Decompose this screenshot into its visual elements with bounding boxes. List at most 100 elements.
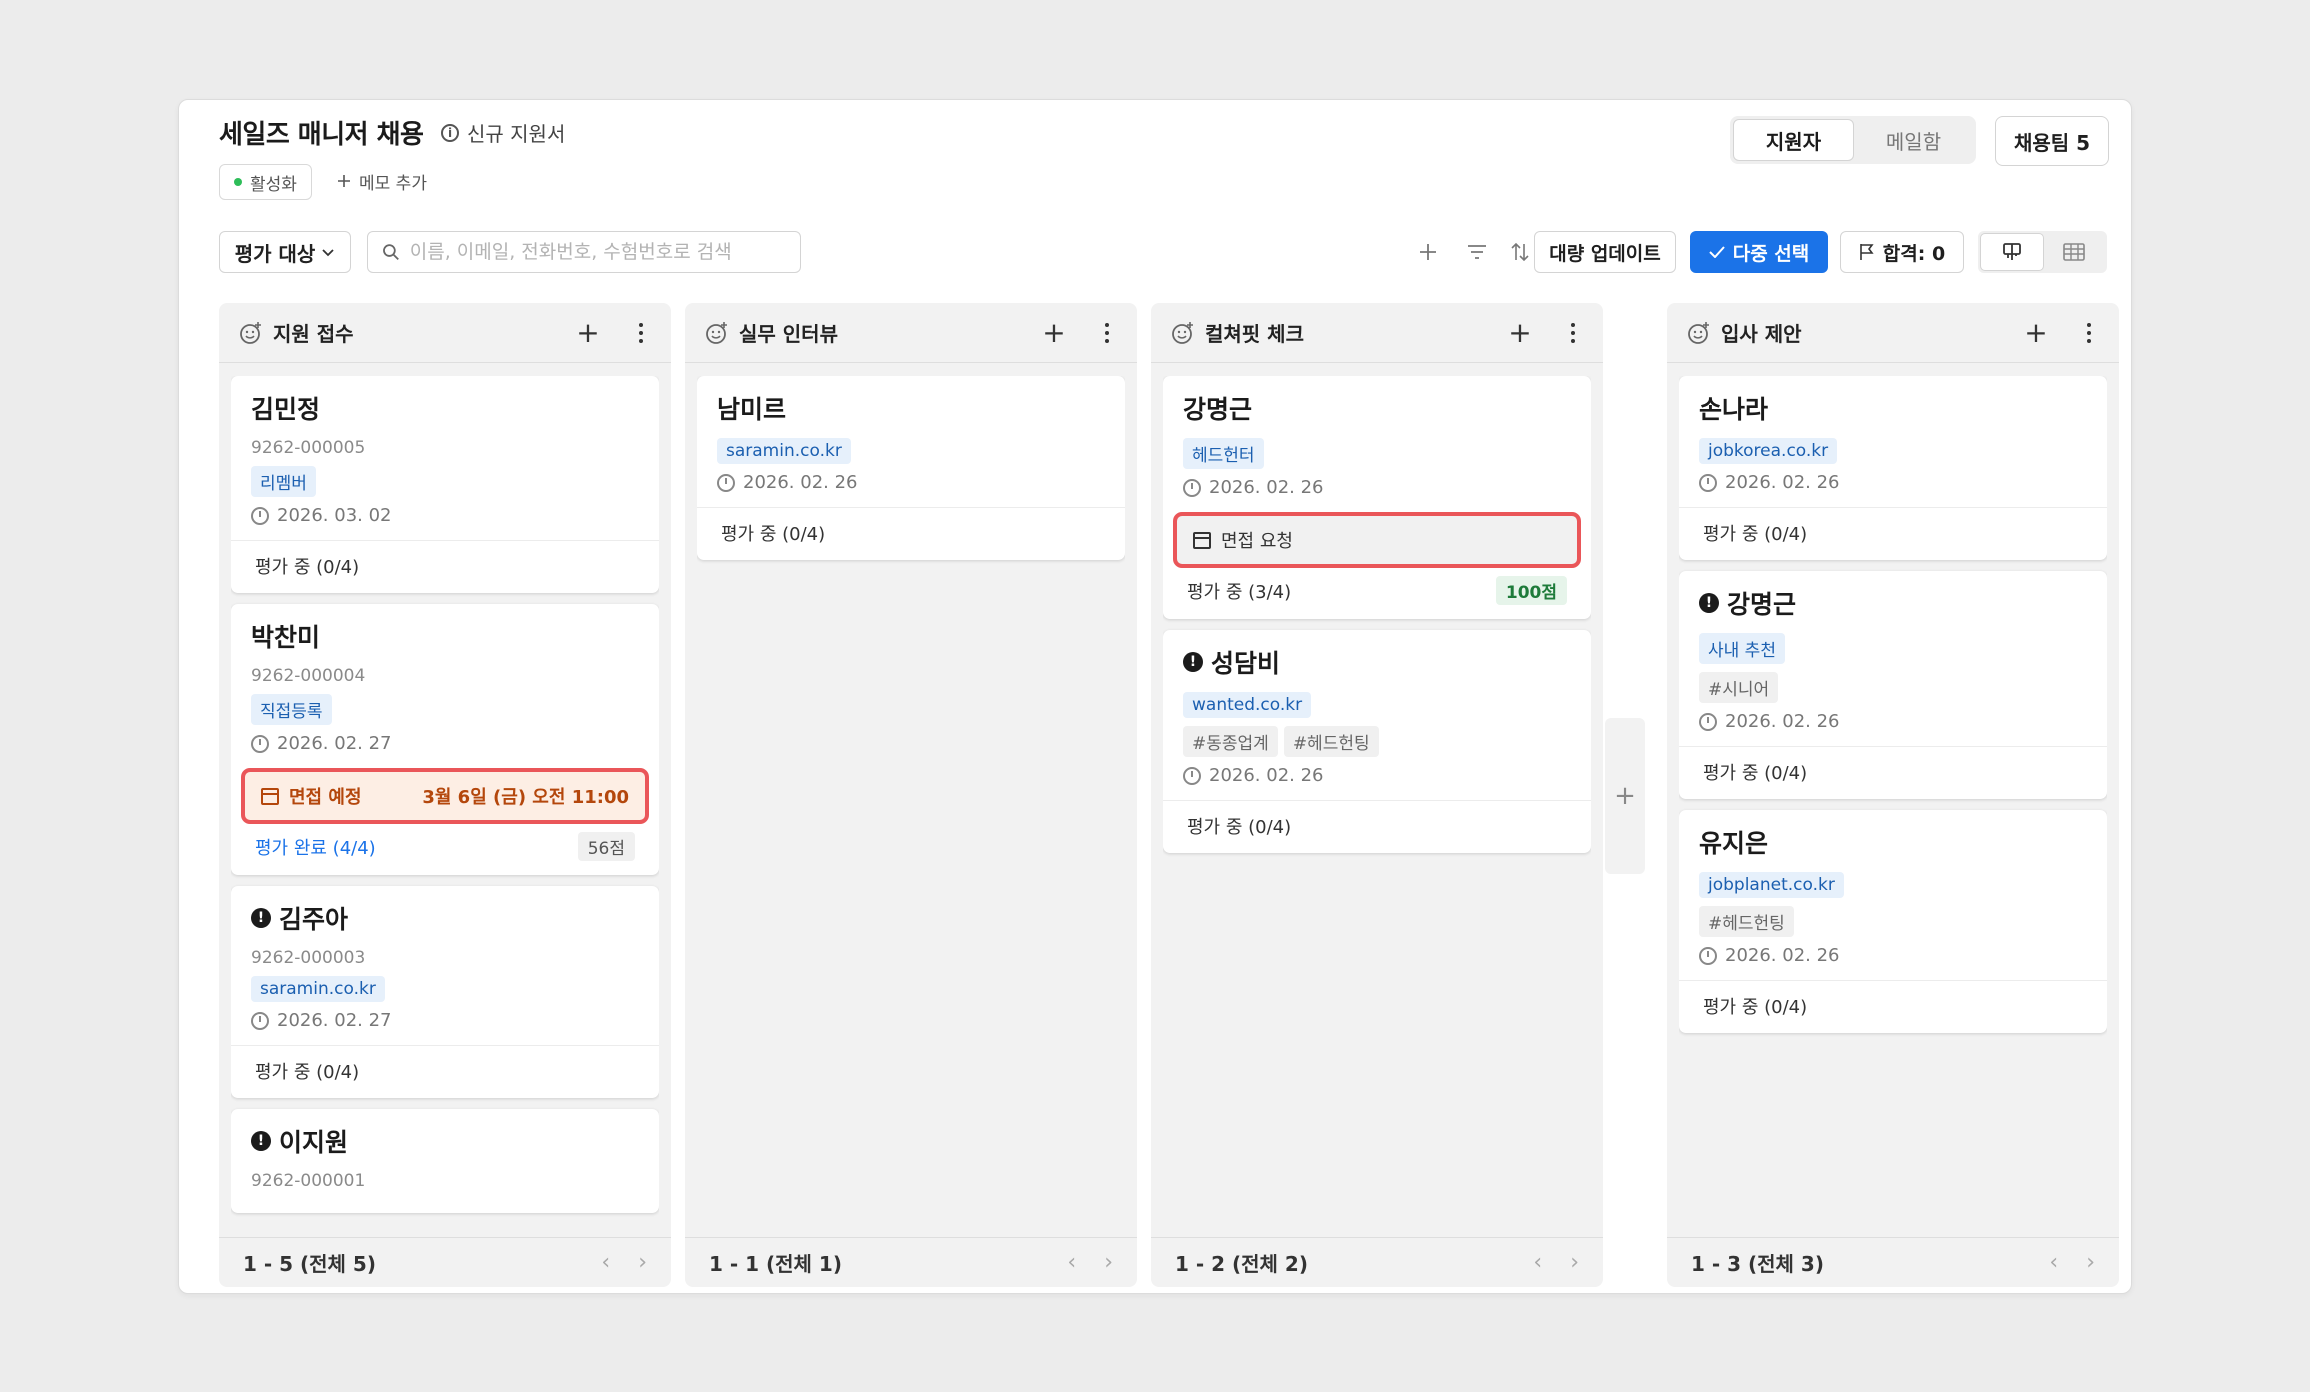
form-type-label: 신규 지원서 bbox=[467, 122, 566, 146]
multi-select-button[interactable]: 다중 선택 bbox=[1690, 231, 1828, 273]
stage-column-offer: 입사 제안 + 손나라 jobkorea.co.kr 2026. 02. 26 … bbox=[1667, 303, 2119, 1287]
layout-toggle bbox=[1978, 231, 2107, 273]
application-number: 9262-000001 bbox=[251, 1171, 366, 1191]
evaluation-row: 평가 중 (0/4) bbox=[697, 507, 1125, 560]
candidate-card[interactable]: ! 이지원 9262-000001 bbox=[231, 1109, 659, 1213]
candidate-card[interactable]: ! 강명근 사내 추천 #시니어 2026. 02. 26 평가 중 (0/4) bbox=[1679, 571, 2107, 799]
more-options-icon[interactable] bbox=[1097, 322, 1117, 343]
add-card-button[interactable]: + bbox=[2021, 316, 2051, 349]
candidate-card[interactable]: 김민정 9262-000005 리멤버 2026. 03. 02 평가 중 (0… bbox=[231, 376, 659, 593]
tab-applicants[interactable]: 지원자 bbox=[1733, 119, 1854, 161]
application-number: 9262-000004 bbox=[251, 666, 366, 686]
add-memo-button[interactable]: 메모 추가 bbox=[337, 164, 427, 198]
candidate-card[interactable]: 손나라 jobkorea.co.kr 2026. 02. 26 평가 중 (0/… bbox=[1679, 376, 2107, 560]
add-button[interactable] bbox=[1407, 231, 1449, 273]
clock-icon bbox=[1699, 712, 1717, 731]
score-badge: 56점 bbox=[577, 832, 635, 861]
source-tag: 사내 추천 bbox=[1699, 633, 1785, 664]
application-number: 9262-000003 bbox=[251, 948, 366, 968]
column-title: 지원 접수 bbox=[273, 322, 354, 346]
alert-icon: ! bbox=[1183, 652, 1203, 672]
applied-date: 2026. 03. 02 bbox=[251, 505, 639, 526]
stage-column-application: 지원 접수 + 김민정 9262-000005 리멤버 2026. 03. 02… bbox=[219, 303, 671, 1287]
more-options-icon[interactable] bbox=[1563, 322, 1583, 343]
evaluation-row: 평가 중 (0/4) bbox=[1163, 800, 1591, 853]
chevron-right-icon[interactable]: › bbox=[638, 1250, 647, 1275]
clock-icon bbox=[251, 1011, 269, 1030]
alert-icon: ! bbox=[1699, 593, 1719, 613]
multi-select-label: 다중 선택 bbox=[1732, 242, 1810, 265]
chevron-left-icon[interactable]: ‹ bbox=[1533, 1250, 1542, 1275]
filter-icon bbox=[1468, 245, 1486, 259]
candidate-card[interactable]: ! 성담비 wanted.co.kr #동종업계 #헤드헌팅 2026. 02. 2… bbox=[1163, 630, 1591, 853]
evaluation-status: 평가 완료 (4/4) bbox=[255, 837, 376, 859]
source-tag: 헤드헌터 bbox=[1183, 438, 1264, 469]
board-icon bbox=[2002, 243, 2021, 260]
more-options-icon[interactable] bbox=[631, 322, 651, 343]
plus-icon bbox=[338, 175, 350, 187]
tab-mailbox[interactable]: 메일함 bbox=[1854, 119, 1973, 161]
add-column-button[interactable]: + bbox=[1605, 718, 1645, 874]
more-options-icon[interactable] bbox=[2079, 322, 2099, 343]
candidate-card[interactable]: 남미르 saramin.co.kr 2026. 02. 26 평가 중 (0/4… bbox=[697, 376, 1125, 560]
emoji-icon bbox=[1172, 321, 1193, 344]
search-input[interactable] bbox=[407, 240, 786, 264]
check-icon bbox=[1709, 246, 1725, 258]
interview-request-banner[interactable]: 면접 요청 bbox=[1173, 512, 1581, 568]
source-tag: saramin.co.kr bbox=[251, 976, 385, 1002]
filter-button[interactable] bbox=[1456, 231, 1498, 273]
chevron-left-icon[interactable]: ‹ bbox=[1067, 1250, 1076, 1275]
evaluation-status: 평가 중 (0/4) bbox=[1703, 524, 1808, 545]
candidate-card[interactable]: ! 김주아 9262-000003 saramin.co.kr 2026. 02.… bbox=[231, 886, 659, 1098]
column-title: 실무 인터뷰 bbox=[739, 322, 838, 346]
source-tag: wanted.co.kr bbox=[1183, 692, 1312, 718]
interview-scheduled-banner[interactable]: 면접 예정 3월 6일 (금) 오전 11:00 bbox=[241, 768, 649, 824]
evaluation-status: 평가 중 (0/4) bbox=[1703, 997, 1808, 1018]
add-card-button[interactable]: + bbox=[1505, 316, 1535, 349]
date-text: 2026. 02. 26 bbox=[1209, 477, 1324, 498]
chevron-down-icon bbox=[322, 249, 334, 257]
evaluation-filter-select[interactable]: 평가 대상 bbox=[219, 231, 351, 273]
interview-datetime: 3월 6일 (금) 오전 11:00 bbox=[422, 787, 629, 808]
pass-count-button[interactable]: 합격: 0 bbox=[1840, 231, 1964, 273]
candidate-card[interactable]: 강명근 헤드헌터 2026. 02. 26 면접 요청 평가 중 (3/4) 1… bbox=[1163, 376, 1591, 619]
clock-icon bbox=[1699, 946, 1717, 965]
board-view-button[interactable] bbox=[1980, 233, 2044, 271]
source-tag: 리멤버 bbox=[251, 466, 316, 497]
applied-date: 2026. 02. 27 bbox=[251, 1010, 639, 1031]
chevron-right-icon[interactable]: › bbox=[2086, 1250, 2095, 1275]
applied-date: 2026. 02. 26 bbox=[1699, 711, 2087, 732]
pagination-text: 1 - 3 (전체 3) bbox=[1691, 1252, 1824, 1276]
chevron-left-icon[interactable]: ‹ bbox=[601, 1250, 610, 1275]
flag-icon bbox=[1859, 244, 1874, 260]
column-pagination: 1 - 5 (전체 5) ‹ › bbox=[219, 1237, 671, 1287]
stage-column-culture-fit: 컬쳐핏 체크 + 강명근 헤드헌터 2026. 02. 26 면접 요청 평가 … bbox=[1151, 303, 1603, 1287]
emoji-icon bbox=[240, 321, 261, 344]
column-title: 입사 제안 bbox=[1721, 322, 1802, 346]
bulk-update-button[interactable]: 대량 업데이트 bbox=[1534, 231, 1676, 273]
evaluation-row: 평가 중 (0/4) bbox=[1679, 746, 2107, 799]
evaluation-status: 평가 중 (0/4) bbox=[721, 524, 826, 545]
clock-icon bbox=[1699, 473, 1717, 492]
calendar-icon bbox=[261, 787, 279, 805]
filter-label: 평가 대상 bbox=[234, 241, 316, 266]
application-number: 9262-000005 bbox=[251, 438, 366, 458]
date-text: 2026. 02. 26 bbox=[1725, 945, 1840, 966]
chevron-right-icon[interactable]: › bbox=[1570, 1250, 1579, 1275]
candidate-name: 성담비 bbox=[1211, 649, 1281, 678]
applied-date: 2026. 02. 27 bbox=[251, 733, 639, 754]
candidate-card[interactable]: 박찬미 9262-000004 직접등록 2026. 02. 27 면접 예정 … bbox=[231, 604, 659, 875]
hiring-team-button[interactable]: 채용팀 5 bbox=[1995, 116, 2109, 166]
status-badge[interactable]: 활성화 bbox=[219, 164, 312, 200]
add-card-button[interactable]: + bbox=[573, 316, 603, 349]
table-view-button[interactable] bbox=[2044, 233, 2106, 271]
chevron-left-icon[interactable]: ‹ bbox=[2049, 1250, 2058, 1275]
chevron-right-icon[interactable]: › bbox=[1104, 1250, 1113, 1275]
date-text: 2026. 02. 27 bbox=[277, 1010, 392, 1031]
candidate-card[interactable]: 유지은 jobplanet.co.kr #헤드헌팅 2026. 02. 26 평… bbox=[1679, 810, 2107, 1033]
clock-icon bbox=[251, 506, 269, 525]
applied-date: 2026. 02. 26 bbox=[1183, 477, 1571, 498]
form-type[interactable]: i 신규 지원서 bbox=[441, 118, 565, 147]
evaluation-row: 평가 완료 (4/4) 56점 bbox=[231, 824, 659, 875]
add-card-button[interactable]: + bbox=[1039, 316, 1069, 349]
